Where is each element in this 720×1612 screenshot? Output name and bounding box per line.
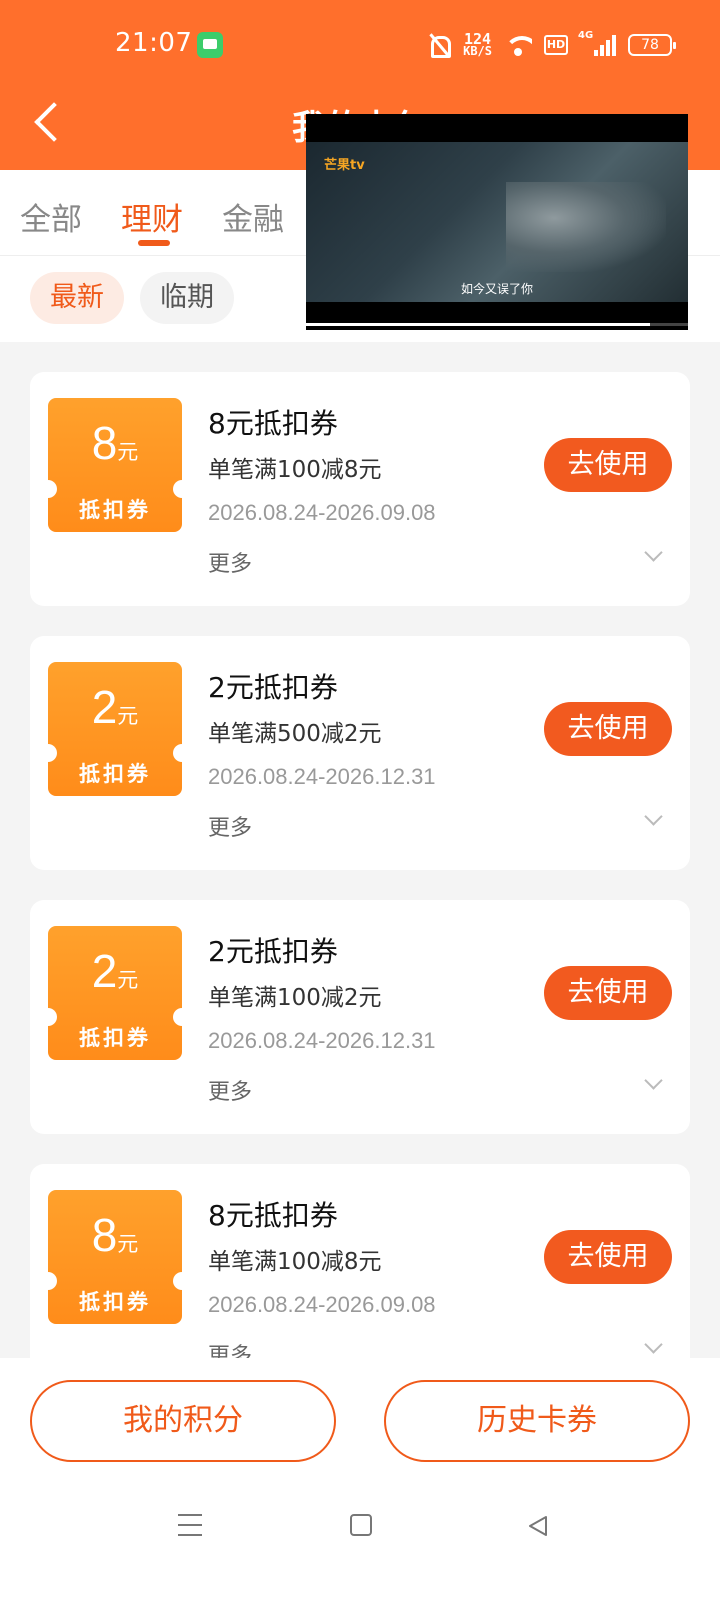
history-coupons-button[interactable]: 历史卡券	[384, 1380, 690, 1462]
cellular-signal-icon: 4G	[578, 30, 616, 56]
status-time: 21:07	[115, 28, 193, 58]
status-bar: 21:07 124 KB/S HD 4G 78	[0, 0, 720, 90]
mute-icon	[427, 33, 452, 58]
nav-back-icon[interactable]	[526, 1514, 550, 1538]
filter-expiring[interactable]: 临期	[140, 272, 234, 324]
coupon-title: 2元抵扣券	[208, 671, 338, 704]
tab-all[interactable]: 全部	[20, 194, 82, 239]
message-app-icon	[197, 32, 223, 58]
coupon-more-toggle[interactable]: 更多	[208, 1074, 252, 1106]
wifi-icon	[504, 34, 532, 56]
use-coupon-button[interactable]: 去使用	[544, 438, 672, 492]
video-progress[interactable]	[306, 323, 688, 326]
coupon-card: 8元 抵扣券 8元抵扣券 单笔满100减8元 2026.08.24-2026.0…	[30, 372, 690, 606]
chevron-down-icon[interactable]	[644, 546, 662, 564]
ticket-label: 抵扣券	[79, 1026, 151, 1050]
floating-video-player[interactable]: 芒果tv 如今又误了你	[306, 114, 688, 330]
coupon-amount-unit: 元	[117, 704, 139, 728]
nav-recents-icon[interactable]	[178, 1514, 202, 1536]
signal-bar	[600, 45, 604, 56]
battery-icon: 78	[628, 34, 676, 56]
network-speed: 124 KB/S	[463, 32, 492, 58]
coupon-title: 2元抵扣券	[208, 935, 338, 968]
video-figure	[506, 182, 666, 272]
chevron-down-icon[interactable]	[644, 810, 662, 828]
chevron-down-icon[interactable]	[644, 1338, 662, 1356]
coupon-ticket: 2元 抵扣券	[39, 926, 191, 1060]
use-coupon-button[interactable]: 去使用	[544, 966, 672, 1020]
signal-bar	[612, 35, 616, 56]
coupon-date-range: 2026.08.24-2026.12.31	[208, 1028, 436, 1053]
coupon-amount-value: 2	[91, 681, 118, 733]
coupon-ticket: 2元 抵扣券	[39, 662, 191, 796]
filter-latest[interactable]: 最新	[30, 272, 124, 324]
system-nav-bar	[0, 1500, 720, 1580]
ticket-label: 抵扣券	[79, 1290, 151, 1314]
ticket-label: 抵扣券	[79, 498, 151, 522]
coupon-more-toggle[interactable]: 更多	[208, 810, 252, 842]
coupon-title: 8元抵扣券	[208, 1199, 338, 1232]
coupon-amount-value: 2	[91, 945, 118, 997]
coupon-amount-unit: 元	[117, 440, 139, 464]
chevron-down-icon[interactable]	[644, 1074, 662, 1092]
coupon-amount: 2元	[48, 680, 182, 734]
coupon-amount-unit: 元	[117, 968, 139, 992]
coupon-ticket: 8元 抵扣券	[39, 398, 191, 532]
coupon-date-range: 2026.08.24-2026.09.08	[208, 500, 436, 525]
video-logo: 芒果tv	[324, 158, 365, 173]
coupon-card: 2元 抵扣券 2元抵扣券 单笔满500减2元 2026.08.24-2026.1…	[30, 636, 690, 870]
my-points-button[interactable]: 我的积分	[30, 1380, 336, 1462]
coupon-card: 2元 抵扣券 2元抵扣券 单笔满100减2元 2026.08.24-2026.1…	[30, 900, 690, 1134]
coupon-condition: 单笔满100减2元	[208, 985, 382, 1011]
coupon-ticket: 8元 抵扣券	[39, 1190, 191, 1324]
coupon-amount-value: 8	[91, 417, 118, 469]
signal-bar	[606, 40, 610, 56]
use-coupon-button[interactable]: 去使用	[544, 1230, 672, 1284]
use-coupon-button[interactable]: 去使用	[544, 702, 672, 756]
coupon-amount-unit: 元	[117, 1232, 139, 1256]
network-type: 4G	[578, 30, 594, 41]
coupon-condition: 单笔满100减8元	[208, 1249, 382, 1275]
coupon-title: 8元抵扣券	[208, 407, 338, 440]
video-subtitle: 如今又误了你	[460, 282, 533, 296]
coupon-more-toggle[interactable]: 更多	[208, 546, 252, 578]
tab-finance[interactable]: 金融	[222, 194, 284, 239]
video-progress-fill	[306, 323, 650, 326]
coupon-date-range: 2026.08.24-2026.09.08	[208, 1292, 436, 1317]
coupon-amount: 2元	[48, 944, 182, 998]
network-speed-unit: KB/S	[463, 44, 492, 58]
coupon-amount: 8元	[48, 1208, 182, 1262]
hd-badge: HD	[544, 35, 568, 55]
coupon-date-range: 2026.08.24-2026.12.31	[208, 764, 436, 789]
coupon-condition: 单笔满500减2元	[208, 721, 382, 747]
tab-wealth[interactable]: 理财	[121, 194, 183, 239]
coupon-amount-value: 8	[91, 1209, 118, 1261]
status-icons: 124 KB/S HD 4G 78	[427, 30, 676, 60]
ticket-label: 抵扣券	[79, 762, 151, 786]
nav-home-icon[interactable]	[350, 1514, 372, 1536]
signal-bar	[594, 50, 598, 56]
coupon-condition: 单笔满100减8元	[208, 457, 382, 483]
tab-indicator	[138, 240, 170, 246]
coupon-amount: 8元	[48, 416, 182, 470]
